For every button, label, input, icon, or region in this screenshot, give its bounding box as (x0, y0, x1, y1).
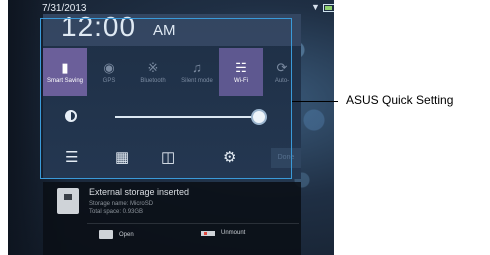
callout-leader-line (292, 101, 338, 102)
folder-icon (99, 230, 113, 239)
notification-title: External storage inserted (89, 187, 190, 197)
notification-total-space: Total space: 0.93GB (89, 209, 144, 215)
quick-setting-highlight (40, 18, 292, 179)
sdcard-icon (57, 188, 79, 214)
unmount-label: Unmount (221, 230, 246, 236)
divider (87, 223, 299, 224)
status-icons: ▼ (311, 2, 334, 12)
sdcard-icon (201, 230, 215, 236)
notification-storage-name: Storage name: MicroSD (89, 201, 154, 207)
open-button[interactable]: Open (99, 230, 134, 239)
open-label: Open (119, 231, 134, 238)
storage-notification[interactable]: External storage inserted Storage name: … (43, 182, 301, 255)
callout-label: ASUS Quick Setting (346, 93, 454, 107)
battery-icon (322, 4, 334, 12)
wifi-icon: ▼ (311, 2, 320, 12)
unmount-button[interactable]: Unmount (201, 230, 245, 236)
